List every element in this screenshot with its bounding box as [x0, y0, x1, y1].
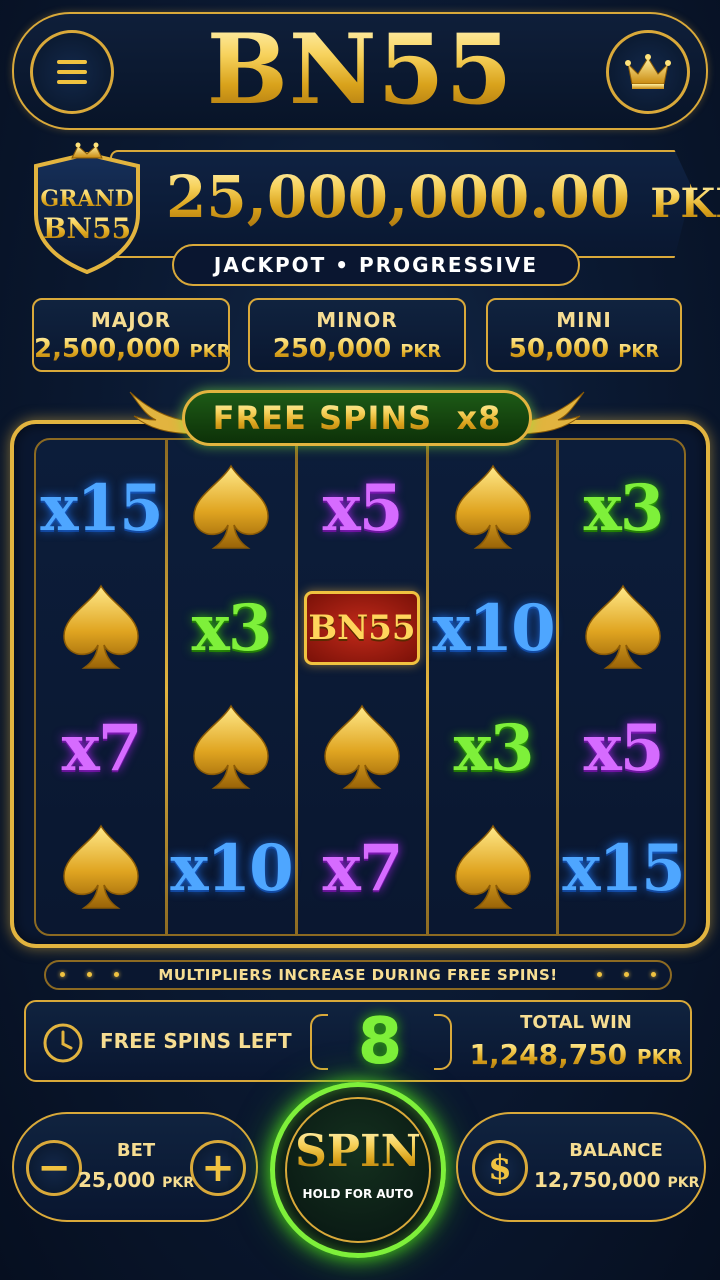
header-bar: BN55	[12, 12, 708, 130]
reel-grid: x15 x7 x3 x10 x5 BN55 x7 x10 x3 x3 x5 x15	[34, 438, 686, 936]
crown-button[interactable]	[606, 30, 690, 114]
free-spins-count: 8	[357, 1005, 403, 1079]
grand-amount-currency: PKR	[650, 180, 720, 227]
multiplier-symbol: x3	[558, 448, 684, 568]
balance-amount-value: 12,750,000	[534, 1168, 661, 1192]
multiplier-symbol: x10	[428, 568, 558, 688]
total-win-value: 1,248,750	[469, 1038, 628, 1071]
bet-amount-currency: PKR	[162, 1175, 195, 1191]
multiplier-value: x5	[583, 710, 665, 786]
spin-button[interactable]: SPIN HOLD FOR AUTO	[270, 1082, 446, 1258]
minor-label: MINOR	[316, 308, 398, 332]
multiplier-symbol: x7	[297, 808, 427, 928]
multiplier-symbol: x3	[166, 568, 296, 688]
multiplier-value: x7	[61, 710, 143, 786]
reel-divider	[295, 440, 298, 934]
clock-icon	[43, 1023, 83, 1063]
spade-symbol-icon	[428, 448, 558, 568]
info-text: MULTIPLIERS INCREASE DURING FREE SPINS!	[158, 966, 558, 984]
decorative-dots-right	[597, 972, 656, 977]
major-jackpot: MAJOR 2,500,000 PKR	[32, 298, 230, 372]
multiplier-value: x5	[322, 470, 404, 546]
multiplier-value: x7	[322, 830, 404, 906]
bet-panel: − BET 25,000 PKR +	[12, 1112, 258, 1222]
reel-divider	[165, 440, 168, 934]
multiplier-symbol: x5	[297, 448, 427, 568]
major-amount: 2,500,000	[34, 334, 181, 364]
multiplier-symbol: x7	[36, 688, 166, 808]
spin-label: SPIN	[275, 1127, 441, 1177]
spin-sublabel: HOLD FOR AUTO	[302, 1187, 414, 1201]
spade-symbol-icon	[36, 808, 166, 928]
balance-amount: 12,750,000 PKR	[534, 1168, 700, 1192]
multiplier-value: x10	[432, 590, 555, 666]
crown-icon	[625, 54, 671, 89]
total-win-amount: 1,248,750 PKR	[466, 1038, 686, 1071]
multiplier-symbol: x10	[166, 808, 296, 928]
total-win-label: TOTAL WIN	[520, 1012, 632, 1033]
reel-column: x3 x10	[166, 440, 296, 934]
balance-amount-currency: PKR	[667, 1175, 700, 1191]
bracket-right	[434, 1014, 452, 1070]
spade-symbol-icon	[558, 568, 684, 688]
mini-label: MINI	[556, 308, 612, 332]
mini-currency: PKR	[618, 341, 660, 362]
multiplier-symbol: x15	[558, 808, 684, 928]
reel-column: x3 x5 x15	[558, 440, 684, 934]
spade-symbol-icon	[428, 808, 558, 928]
major-label: MAJOR	[90, 308, 172, 332]
multiplier-symbol: x5	[558, 688, 684, 808]
major-currency: PKR	[189, 341, 231, 362]
spade-symbol-icon	[166, 688, 296, 808]
spade-symbol-icon	[166, 448, 296, 568]
mini-amount: 50,000	[508, 334, 610, 364]
reel-column: x5 BN55 x7	[297, 440, 427, 934]
minor-currency: PKR	[400, 341, 442, 362]
total-win-currency: PKR	[636, 1045, 683, 1069]
multiplier-symbol: x3	[428, 688, 558, 808]
reel-divider	[426, 440, 429, 934]
grand-jackpot-amount: 25,000,000.00 PKR	[166, 160, 720, 241]
multiplier-value: x3	[191, 590, 273, 666]
jackpot-progressive-pill: JACKPOT • PROGRESSIVE	[172, 244, 580, 286]
free-spins-banner-text: FREE SPINS x8	[212, 399, 502, 437]
spade-symbol-icon	[297, 688, 427, 808]
multiplier-value: x10	[170, 830, 293, 906]
minor-amount: 250,000	[272, 334, 392, 364]
reel-column: x10 x3	[428, 440, 558, 934]
reel-frame: x15 x7 x3 x10 x5 BN55 x7 x10 x3 x3 x5 x15	[10, 420, 710, 948]
status-panel: FREE SPINS LEFT 8 TOTAL WIN 1,248,750 PK…	[24, 1000, 692, 1082]
balance-panel: $ BALANCE 12,750,000 PKR	[456, 1112, 706, 1222]
dollar-icon[interactable]: $	[472, 1140, 528, 1196]
grand-badge-line1: GRAND	[28, 186, 146, 212]
reel-column: x15 x7	[36, 440, 166, 934]
decrease-bet-button[interactable]: −	[26, 1140, 82, 1196]
multiplier-value: x15	[562, 830, 684, 906]
minor-jackpot: MINOR 250,000 PKR	[248, 298, 466, 372]
decorative-dots-left	[60, 972, 119, 977]
increase-bet-button[interactable]: +	[190, 1140, 246, 1196]
balance-label: BALANCE	[569, 1140, 663, 1161]
grand-badge-line2: BN55	[28, 212, 146, 245]
multiplier-value: x15	[40, 470, 163, 546]
bet-amount-value: 25,000	[78, 1168, 156, 1192]
spade-symbol-icon	[36, 568, 166, 688]
multiplier-symbol: x15	[36, 448, 166, 568]
bet-label: BET	[116, 1140, 156, 1161]
reel-divider	[556, 440, 559, 934]
info-bar: MULTIPLIERS INCREASE DURING FREE SPINS!	[44, 960, 672, 990]
multiplier-value: x3	[583, 470, 665, 546]
free-spins-left-label: FREE SPINS LEFT	[100, 1029, 292, 1053]
mini-jackpot: MINI 50,000 PKR	[486, 298, 682, 372]
game-title: BN55	[14, 20, 706, 120]
bn55-wild-symbol: BN55	[297, 568, 427, 688]
grand-amount-value: 25,000,000.00	[166, 163, 631, 231]
bet-amount: 25,000 PKR	[78, 1168, 194, 1192]
free-spins-banner: FREE SPINS x8	[182, 390, 532, 446]
multiplier-value: x3	[453, 710, 535, 786]
bn55-tile: BN55	[304, 591, 420, 665]
